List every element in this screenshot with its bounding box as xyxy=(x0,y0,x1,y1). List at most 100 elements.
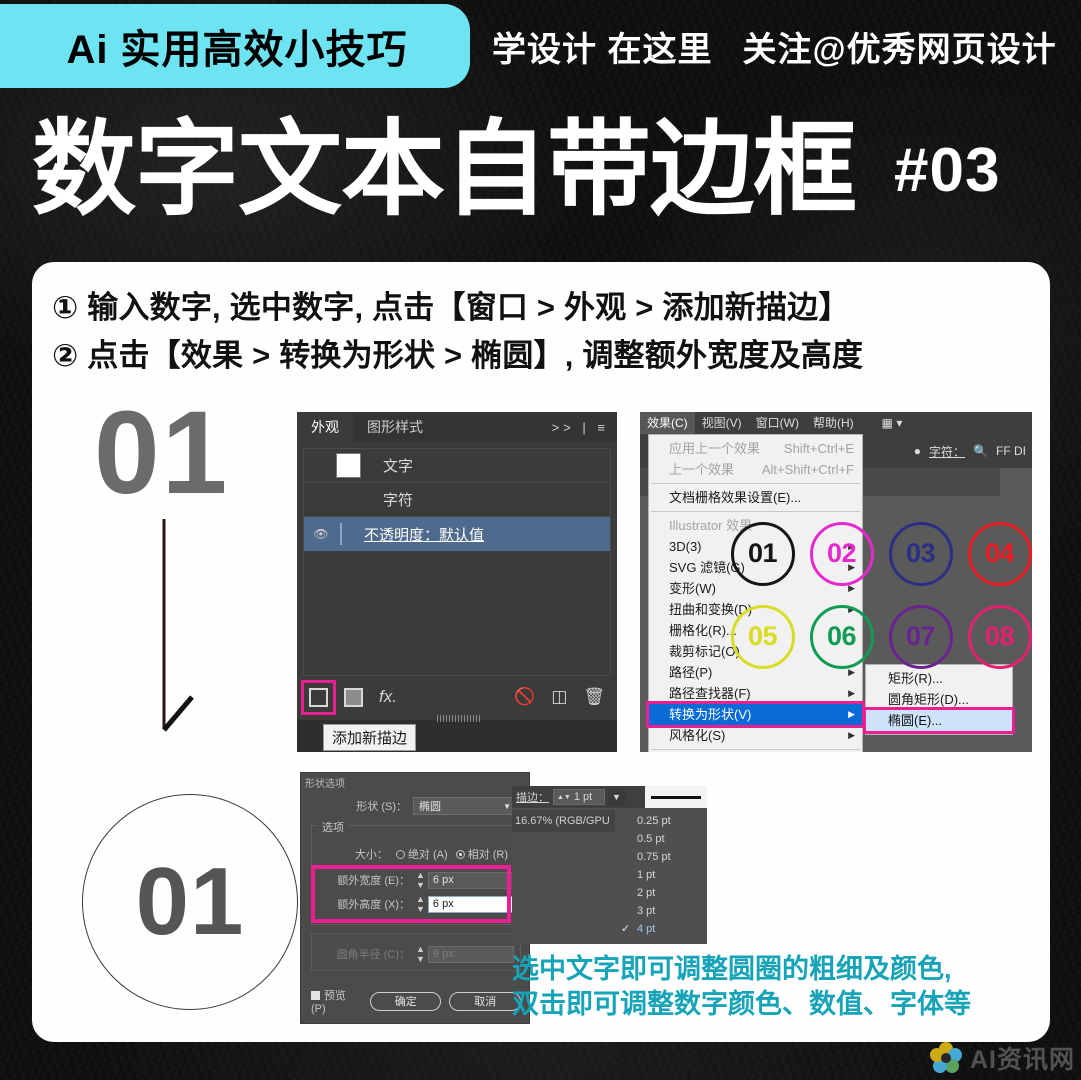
menu-item-document-raster-settings[interactable]: 文档栅格效果设置(E)... xyxy=(649,487,862,508)
appearance-panel-bottom-bar: 添加新描边 xyxy=(297,715,617,752)
numbered-circle-label: 08 xyxy=(967,604,1032,669)
radio-absolute[interactable]: 绝对 (A) xyxy=(395,846,448,862)
corner-radius-input: 9 px xyxy=(427,945,514,963)
numbered-circle-05: 05 xyxy=(723,595,802,678)
stroke-weight-dropdown-list: 0.25 pt 0.5 pt 0.75 pt 1 pt 2 pt 3 pt 4 … xyxy=(615,808,707,938)
radio-absolute-label: 绝对 (A) xyxy=(407,849,448,861)
stepper-icon[interactable]: ▲▼ xyxy=(557,794,571,801)
appearance-row-character[interactable]: 字符 xyxy=(304,483,610,517)
stroke-weight-value: 1 pt xyxy=(573,791,593,803)
stroke-option[interactable]: 0.75 pt xyxy=(615,848,707,866)
stroke-option[interactable]: 0.25 pt xyxy=(615,812,707,830)
result-circle-01-label: 01 xyxy=(135,848,245,955)
appearance-panel-toolbar: fx. 🚫 ◫ 🗑 xyxy=(297,674,617,720)
chevron-down-icon[interactable]: ▼ xyxy=(608,788,625,806)
stepper-icon: ▲ ▼ xyxy=(416,944,425,964)
menubar-item-view[interactable]: 视图(V) xyxy=(695,412,749,434)
menubar-item-effect[interactable]: 效果(C) xyxy=(640,412,695,434)
stroke-option[interactable]: 1 pt xyxy=(615,866,707,884)
stroke-preview-line xyxy=(651,795,701,799)
delete-item-icon[interactable]: 🗑 xyxy=(583,687,605,707)
size-label: 大小： xyxy=(354,849,388,861)
radio-relative[interactable]: 相对 (R) xyxy=(455,846,508,862)
tab-graphic-styles[interactable]: 图形样式 xyxy=(353,412,437,442)
extra-width-input[interactable]: 6 px xyxy=(427,871,514,889)
appearance-row-label: 字符 xyxy=(383,492,414,509)
add-new-fill-icon[interactable] xyxy=(344,687,363,707)
row-divider xyxy=(340,523,342,545)
duplicate-item-icon[interactable]: ◫ xyxy=(551,687,567,707)
submenu-arrow-icon: ▶ xyxy=(848,730,855,740)
stepper-icon[interactable]: ▲▼ xyxy=(416,870,425,890)
stroke-option[interactable]: 3 pt xyxy=(615,902,707,920)
cancel-button[interactable]: 取消 xyxy=(449,991,521,1011)
character-label: 字符： xyxy=(929,444,966,459)
radio-relative-dot xyxy=(455,850,465,859)
header: Ai 实用高效小技巧 学设计 在这里 关注@优秀网页设计 xyxy=(0,0,1081,100)
stepper-icon[interactable]: ▲▼ xyxy=(416,894,425,914)
preview-checkbox[interactable]: 预览 (P) xyxy=(311,987,362,1015)
caption-line-1: 选中文字即可调整圆圈的粗细及颜色, xyxy=(512,954,952,984)
numbered-circle-06: 06 xyxy=(802,595,881,678)
menu-item-last-effect[interactable]: Alt+Shift+Ctrl+F 上一个效果 xyxy=(649,459,862,480)
page-title-number: #03 xyxy=(894,135,1001,205)
panel-menu-icon[interactable]: >> | ≡ xyxy=(552,420,617,435)
stroke-option[interactable]: 2 pt xyxy=(615,884,707,902)
numbered-circle-label: 04 xyxy=(967,521,1032,586)
submenu-arrow-icon: ▶ xyxy=(848,709,855,719)
menu-item-convert-to-shape[interactable]: ▶ 转换为形状(V) xyxy=(646,701,865,728)
tab-appearance[interactable]: 外观 xyxy=(297,412,353,442)
menu-item-apply-last-effect[interactable]: Shift+Ctrl+E 应用上一个效果 xyxy=(649,438,862,459)
menu-item-label: 3D(3) xyxy=(669,539,702,554)
dialog-footer: 预览 (P) 确定 取消 xyxy=(301,987,531,1015)
numbered-circle-03: 03 xyxy=(881,512,960,595)
stroke-option[interactable]: 0.5 pt xyxy=(615,830,707,848)
numbered-circle-label: 01 xyxy=(730,521,795,586)
ok-button[interactable]: 确定 xyxy=(369,991,442,1011)
shape-options-dialog: 形状选项 形状 (S)： 椭圆 ▼ 选项 大小： 绝对 (A) 相对 (R) 额… xyxy=(300,772,530,1024)
appearance-panel: 外观 图形样式 >> | ≡ 文字 字符 👁 不透明度：默认值 fx. 🚫 ◫ … xyxy=(297,412,617,752)
radio-relative-label: 相对 (R) xyxy=(467,849,508,861)
appearance-row-text[interactable]: 文字 xyxy=(304,449,610,483)
corner-radius-row: 圆角半径 (C)： ▲ ▼ 9 px xyxy=(312,944,522,964)
shape-select[interactable]: 椭圆 ▼ xyxy=(413,797,517,815)
visibility-eye-icon[interactable]: 👁 xyxy=(308,527,334,541)
clear-appearance-icon[interactable]: 🚫 xyxy=(514,687,535,707)
stroke-weight-input[interactable]: ▲▼ 1 pt xyxy=(553,789,605,805)
extra-height-input[interactable]: 6 px xyxy=(427,895,514,913)
font-search-icon[interactable]: 🔍 xyxy=(973,444,988,458)
radio-absolute-dot xyxy=(395,850,405,859)
menubar-item-help[interactable]: 帮助(H) xyxy=(806,412,861,434)
step-1: ① 输入数字, 选中数字, 点击【窗口 > 外观 > 添加新描边】 xyxy=(52,290,850,325)
numbered-circle-label: 03 xyxy=(888,521,953,586)
stroke-option-selected[interactable]: 4 pt xyxy=(615,920,707,938)
menu-item-stylize[interactable]: ▶ 风格化(S) xyxy=(649,725,862,746)
numbered-circle-label: 05 xyxy=(730,604,795,669)
stroke-label: 描边： xyxy=(516,792,549,804)
menu-separator xyxy=(651,749,860,750)
menu-item-pathfinder[interactable]: ▶ 路径查找器(F) xyxy=(649,683,862,704)
appearance-row-opacity[interactable]: 👁 不透明度：默认值 xyxy=(304,517,610,551)
fill-swatch[interactable] xyxy=(336,453,361,478)
add-new-stroke-icon[interactable] xyxy=(301,679,336,715)
watermark: AI资讯网 xyxy=(928,1040,1075,1076)
shape-select-value: 椭圆 xyxy=(419,801,441,813)
submenu-item-rounded-rectangle[interactable]: 圆角矩形(D)... xyxy=(866,689,1012,710)
chevron-down-icon: ▼ xyxy=(503,801,511,811)
font-name-value[interactable]: FF DI xyxy=(996,444,1026,458)
menu-item-label: 应用上一个效果 xyxy=(669,441,761,456)
workspace-switcher-icon[interactable]: ▦ ▾ xyxy=(875,412,910,434)
resize-grip[interactable] xyxy=(437,715,481,722)
menubar-item-window[interactable]: 窗口(W) xyxy=(749,412,806,434)
appearance-thumb-icon[interactable]: ● xyxy=(914,444,921,458)
tagline-follow-account: 关注@优秀网页设计 xyxy=(742,30,1057,69)
appearance-item-list: 文字 字符 👁 不透明度：默认值 xyxy=(303,448,611,676)
numbered-circles-grid: 01 02 03 04 05 06 07 08 xyxy=(723,512,1039,678)
submenu-item-ellipse[interactable]: 椭圆(E)... xyxy=(863,707,1015,734)
add-new-effect-icon[interactable]: fx. xyxy=(379,687,397,707)
tagline-learn-design: 学设计 在这里 xyxy=(492,30,713,69)
page-title-row: 数字文本自带边框 #03 xyxy=(0,104,1081,236)
caption-line-2: 双击即可调整数字颜色、数值、字体等 xyxy=(512,989,971,1020)
watermark-text: AI资讯网 xyxy=(969,1046,1075,1074)
numbered-circle-label: 06 xyxy=(809,604,874,669)
